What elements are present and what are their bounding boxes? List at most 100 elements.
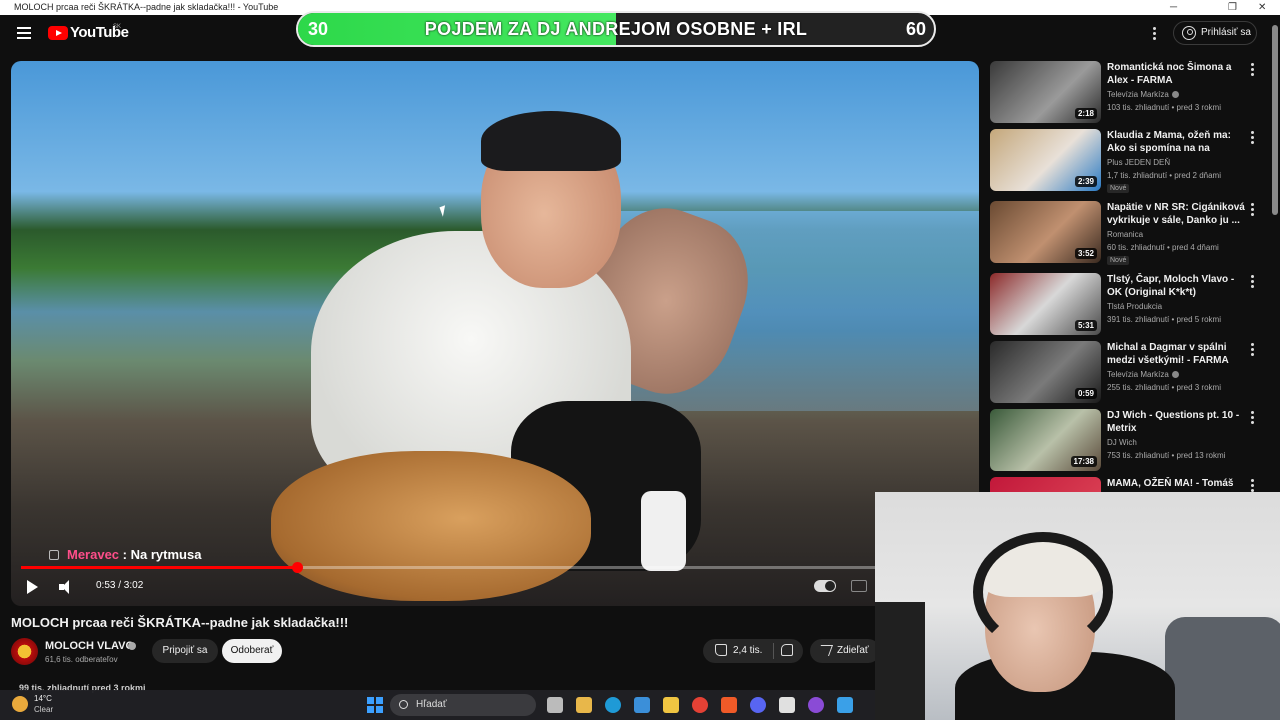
video-thumbnail[interactable]: 0:59 <box>990 341 1101 403</box>
now-playing-artist: Meravec <box>67 547 120 562</box>
recommended-channel-name: Televízia Markíza <box>1107 90 1169 99</box>
photos-icon[interactable] <box>634 697 650 713</box>
window-title: MOLOCH prcaa reči ŠKRÁTKA--padne jak skl… <box>14 2 279 12</box>
account-circle-icon <box>1182 26 1196 40</box>
more-actions-icon[interactable] <box>1251 275 1255 289</box>
more-actions-icon[interactable] <box>1251 411 1255 425</box>
recommended-video-channel[interactable]: DJ Wich <box>1107 438 1137 447</box>
new-badge: Nové <box>1107 184 1130 193</box>
webcam-chair <box>1165 617 1280 720</box>
progress-scrubber-handle[interactable] <box>291 562 303 573</box>
recommended-video-item[interactable]: 17:38 DJ Wich - Questions pt. 10 - Metrix… <box>990 409 1260 471</box>
pinned-app-icon[interactable] <box>837 697 853 713</box>
video-thumbnail[interactable]: 2:18 <box>990 61 1101 123</box>
task-view-icon[interactable] <box>547 697 563 713</box>
recommended-video-title[interactable]: Napätie v NR SR: Cigániková vykrikuje v … <box>1107 201 1247 227</box>
recommended-video-channel[interactable]: Romanica <box>1107 230 1143 239</box>
windows-start-icon[interactable] <box>367 697 383 713</box>
progress-played <box>21 566 297 569</box>
recommended-video-channel[interactable]: Televízia Markíza <box>1107 90 1179 99</box>
youtube-logo-icon[interactable] <box>48 26 68 40</box>
country-code: SK <box>113 24 122 30</box>
chrome-browser-icon[interactable] <box>692 697 708 713</box>
video-duration-badge: 3:52 <box>1074 248 1097 259</box>
video-frame-sock <box>641 491 686 571</box>
minimize-icon[interactable]: ─ <box>1170 0 1177 15</box>
recommended-video-channel[interactable]: Plus JEDEN DEŇ <box>1107 158 1170 167</box>
notepad-icon[interactable] <box>779 697 795 713</box>
signin-button[interactable]: Prihlásiť sa <box>1173 21 1257 45</box>
obs-app-icon[interactable] <box>808 697 824 713</box>
weather-temperature[interactable]: 14°C <box>34 694 52 703</box>
now-playing-overlay: Meravec : Na rytmusa <box>67 547 201 562</box>
progress-bar[interactable] <box>21 562 969 573</box>
recommended-channel-name: Televízia Markíza <box>1107 370 1169 379</box>
captions-icon[interactable] <box>851 580 867 592</box>
channel-avatar[interactable] <box>11 638 38 665</box>
recommended-video-channel[interactable]: Televízia Markíza <box>1107 370 1179 379</box>
taskbar-search[interactable]: Hľadať <box>390 694 536 716</box>
join-button[interactable]: Pripojiť sa <box>152 639 218 663</box>
thumbs-down-icon[interactable] <box>781 644 793 656</box>
video-duration-badge: 5:31 <box>1074 320 1097 331</box>
more-actions-icon[interactable] <box>1251 131 1255 145</box>
goal-target-value: 60 <box>905 19 926 39</box>
more-actions-icon[interactable] <box>1251 203 1255 217</box>
subscribe-button[interactable]: Odoberať <box>222 639 282 663</box>
video-duration-badge: 17:38 <box>1070 456 1097 467</box>
autoplay-toggle-icon[interactable] <box>814 580 836 592</box>
hamburger-menu-icon[interactable] <box>17 27 31 39</box>
settings-more-icon[interactable] <box>1153 27 1157 41</box>
edge-browser-icon[interactable] <box>605 697 621 713</box>
taskbar-search-placeholder: Hľadať <box>416 699 447 710</box>
recommended-video-title[interactable]: DJ Wich - Questions pt. 10 - Metrix <box>1107 409 1247 435</box>
like-count[interactable]: 2,4 tis. <box>733 645 762 656</box>
weather-description[interactable]: Clear <box>34 705 53 714</box>
recommended-video-channel[interactable]: Tlstá Produkcia <box>1107 302 1162 311</box>
more-actions-icon[interactable] <box>1251 343 1255 357</box>
store-icon[interactable] <box>576 697 592 713</box>
recommended-channel-name: Tlstá Produkcia <box>1107 302 1163 311</box>
video-thumbnail[interactable]: 17:38 <box>990 409 1101 471</box>
video-thumbnail[interactable]: 5:31 <box>990 273 1101 335</box>
like-dislike-group: 2,4 tis. <box>703 639 803 663</box>
recommended-video-title[interactable]: Klaudia z Mama, ožeň ma: Ako si spomína … <box>1107 129 1247 155</box>
scrollbar-thumb[interactable] <box>1272 25 1278 215</box>
thumbs-up-icon[interactable] <box>715 644 727 656</box>
recommended-video-item[interactable]: 3:52 Napätie v NR SR: Cigániková vykrikuj… <box>990 201 1260 265</box>
discord-icon[interactable] <box>750 697 766 713</box>
verified-check-icon <box>1171 91 1179 99</box>
share-label: Zdieľať <box>837 645 869 656</box>
recommended-video-item[interactable]: 2:18 Romantická noc Šimona a Alex - FARMA… <box>990 61 1260 123</box>
recommended-video-item[interactable]: 5:31 Tlstý, Čapr, Moloch Vlavo - OK (Orig… <box>990 273 1260 335</box>
more-actions-icon[interactable] <box>1251 63 1255 77</box>
webcam-microphone <box>875 602 925 720</box>
video-thumbnail[interactable]: 2:39 <box>990 129 1101 191</box>
recommended-video-title[interactable]: Michal a Dagmar v spálni medzi všetkými!… <box>1107 341 1247 367</box>
stream-goal-banner: 30 POJDEM ZA DJ ANDREJOM OSOBNE + IRL 60 <box>296 11 936 47</box>
recommended-video-meta: 103 tis. zhliadnutí • pred 3 rokmi <box>1107 103 1221 112</box>
recommended-video-item[interactable]: 0:59 Michal a Dagmar v spálni medzi všetk… <box>990 341 1260 403</box>
recommended-channel-name: DJ Wich <box>1107 438 1137 447</box>
now-playing-separator: : <box>119 547 131 562</box>
webcam-headset <box>973 532 1113 652</box>
channel-name[interactable]: MOLOCH VLAVO <box>45 640 134 652</box>
mouse-cursor-icon <box>439 205 449 217</box>
video-player[interactable]: Meravec : Na rytmusa 0:53 / 3:02 <box>11 61 979 606</box>
recommended-video-item[interactable]: 2:39 Klaudia z Mama, ožeň ma: Ako si spom… <box>990 129 1260 193</box>
search-icon <box>399 700 408 709</box>
recommended-video-title[interactable]: Romantická noc Šimona a Alex - FARMA <box>1107 61 1247 87</box>
now-playing-track: Na rytmusa <box>130 547 202 562</box>
close-icon[interactable]: ✕ <box>1258 0 1266 15</box>
weather-icon[interactable] <box>12 696 28 712</box>
file-explorer-icon[interactable] <box>663 697 679 713</box>
recommended-video-title[interactable]: MAMA, OŽEŇ MA! - Tomáš <box>1107 477 1247 490</box>
volume-icon[interactable] <box>59 580 75 594</box>
video-thumbnail[interactable]: 3:52 <box>990 201 1101 263</box>
more-actions-icon[interactable] <box>1251 479 1255 493</box>
maximize-icon[interactable]: ❐ <box>1228 0 1237 15</box>
brave-browser-icon[interactable] <box>721 697 737 713</box>
share-button[interactable]: Zdieľať <box>810 639 880 663</box>
play-icon[interactable] <box>27 580 38 594</box>
recommended-video-title[interactable]: Tlstý, Čapr, Moloch Vlavo - OK (Original… <box>1107 273 1247 299</box>
